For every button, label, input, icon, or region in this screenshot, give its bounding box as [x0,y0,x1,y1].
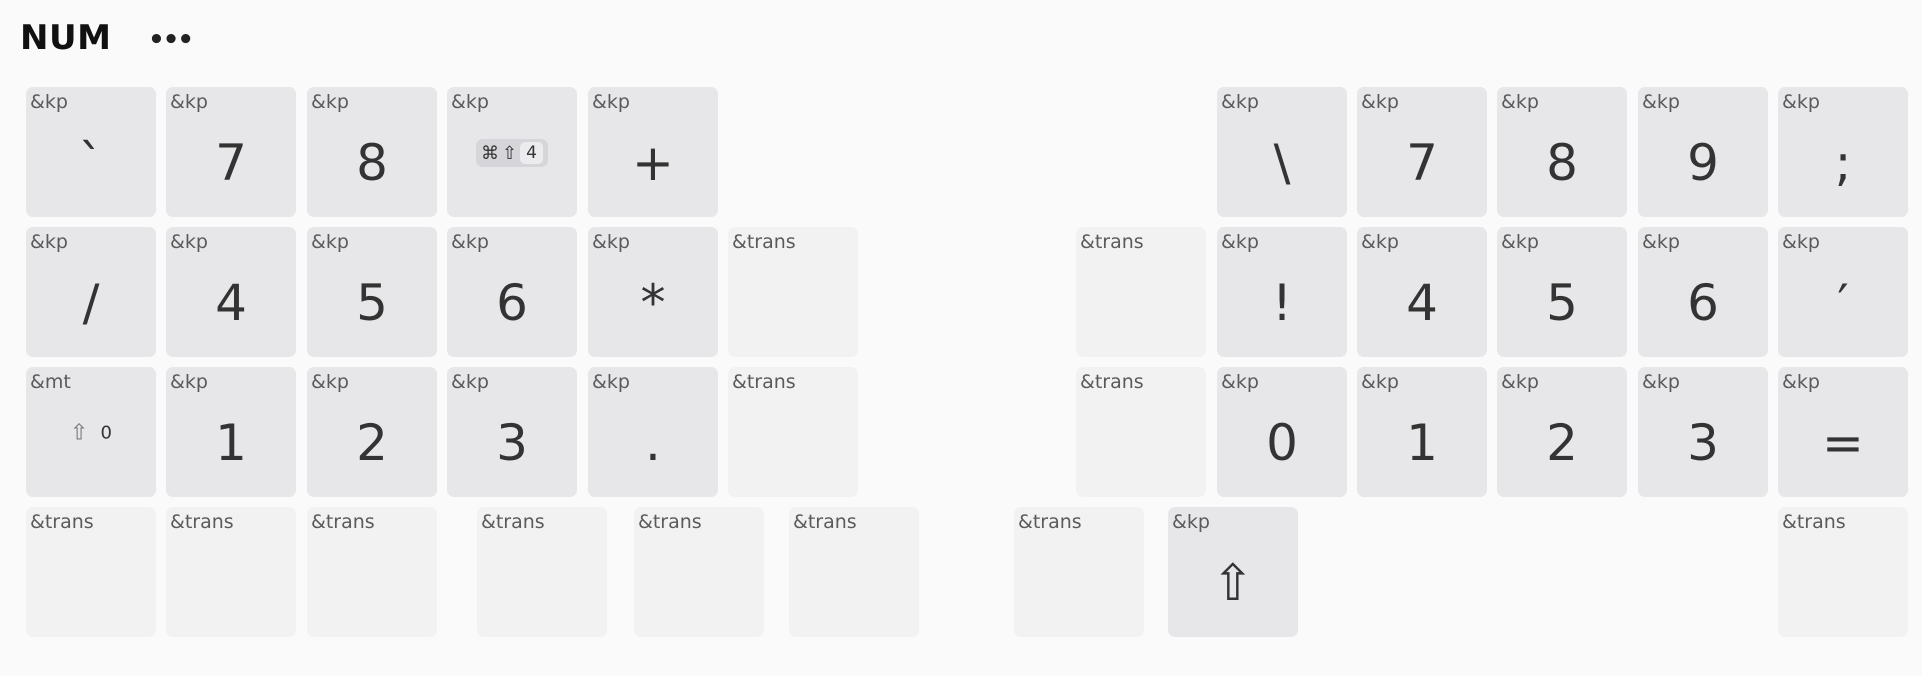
key-legend: 4 [1406,274,1438,332]
key-legend: 7 [215,134,247,192]
key-legend: ; [1834,134,1852,192]
key-7[interactable]: &kp 8 [1497,87,1627,217]
key-9[interactable]: &kp; [1778,87,1908,217]
tap-key-label: 0 [100,422,112,444]
key-12[interactable]: &kp 5 [307,227,437,357]
key-42[interactable]: &trans [1778,507,1908,637]
key-legend: 2 [356,414,388,472]
key-41[interactable]: &kp ⇧ [1168,507,1298,637]
command-icon: ⌘ [481,142,500,164]
key-behavior-label: &trans [170,511,234,533]
key-legend: 9 [1687,134,1719,192]
key-legend: 3 [496,414,528,472]
key-28[interactable]: &trans [1076,367,1206,497]
key-legend: 0 [1266,414,1298,472]
key-legend: 8 [356,134,388,192]
key-5[interactable]: &kp \ [1217,87,1347,217]
key-legend: 1 [215,414,247,472]
key-behavior-label: &trans [1782,511,1846,533]
key-behavior-label: &trans [1018,511,1082,533]
key-6[interactable]: &kp 7 [1357,87,1487,217]
key-26[interactable]: &kp. [588,367,718,497]
key-18[interactable]: &kp 4 [1357,227,1487,357]
key-legend: + [632,134,674,192]
key-35[interactable]: &trans [166,507,296,637]
key-11[interactable]: &kp 4 [166,227,296,357]
key-13[interactable]: &kp 6 [447,227,577,357]
key-legend: ! [1271,274,1293,332]
key-behavior-label: &trans [638,511,702,533]
key-38[interactable]: &trans [634,507,764,637]
key-legend: 5 [1546,274,1578,332]
key-legend: 5 [356,274,388,332]
key-32[interactable]: &kp 3 [1638,367,1768,497]
mod-tap-legend: ⇧ 0 [26,421,156,446]
key-39[interactable]: &trans [789,507,919,637]
key-behavior-label: &trans [1080,371,1144,393]
key-behavior-label: &trans [481,511,545,533]
ellipsis-icon: ••• [148,25,194,55]
keymap-layer-view: NUM ••• &kp ` &kp 7 &kp 8 &kp ⌘ ⇧ 4 &kp + &kp \ &kp 7 &k… [0,0,1922,676]
shift-icon: ⇧ [502,142,518,164]
key-4[interactable]: &kp + [588,87,718,217]
key-behavior-label: &trans [793,511,857,533]
key-37[interactable]: &trans [477,507,607,637]
key-22[interactable]: &mt ⇧ 0 [26,367,156,497]
key-20[interactable]: &kp 6 [1638,227,1768,357]
key-legend: = [1822,414,1864,472]
key-27[interactable]: &trans [728,367,858,497]
key-16[interactable]: &trans [1076,227,1206,357]
key-25[interactable]: &kp 3 [447,367,577,497]
key-legend: 7 [1406,134,1438,192]
layer-title: NUM [20,18,112,58]
key-29[interactable]: &kp 0 [1217,367,1347,497]
key-legend: ` [78,134,104,192]
key-behavior-label: &kp [451,91,489,113]
key-1[interactable]: &kp 7 [166,87,296,217]
key-behavior-label: &trans [311,511,375,533]
key-legend: ⇧ [1212,554,1254,612]
key-10[interactable]: &kp / [26,227,156,357]
key-legend: / [82,274,100,332]
shift-icon: ⇧ [70,420,89,446]
key-3[interactable]: &kp ⌘ ⇧ 4 [447,87,577,217]
key-legend: . [645,414,661,472]
key-23[interactable]: &kp 1 [166,367,296,497]
key-31[interactable]: &kp 2 [1497,367,1627,497]
key-behavior-label: &trans [732,231,796,253]
key-24[interactable]: &kp 2 [307,367,437,497]
key-0[interactable]: &kp ` [26,87,156,217]
key-legend: 6 [496,274,528,332]
key-behavior-label: &mt [30,371,71,393]
key-2[interactable]: &kp 8 [307,87,437,217]
key-15[interactable]: &trans [728,227,858,357]
key-legend: 4 [215,274,247,332]
key-legend: 6 [1687,274,1719,332]
more-options-button[interactable]: ••• [148,22,194,58]
key-40[interactable]: &trans [1014,507,1144,637]
key-19[interactable]: &kp 5 [1497,227,1627,357]
key-30[interactable]: &kp 1 [1357,367,1487,497]
key-behavior-label: &trans [1080,231,1144,253]
key-legend: ′ [1837,274,1849,332]
key-17[interactable]: &kp! [1217,227,1347,357]
combo-key-label: 4 [520,142,543,164]
key-legend: 2 [1546,414,1578,472]
key-behavior-label: &trans [30,511,94,533]
key-8[interactable]: &kp 9 [1638,87,1768,217]
key-legend: \ [1273,134,1291,192]
key-legend: * [640,274,666,332]
key-legend: 1 [1406,414,1438,472]
key-14[interactable]: &kp * [588,227,718,357]
key-combo-legend: ⌘ ⇧ 4 [476,139,548,167]
key-36[interactable]: &trans [307,507,437,637]
key-34[interactable]: &trans [26,507,156,637]
key-33[interactable]: &kp = [1778,367,1908,497]
key-legend: 3 [1687,414,1719,472]
key-behavior-label: &trans [732,371,796,393]
key-legend: 8 [1546,134,1578,192]
key-21[interactable]: &kp ′ [1778,227,1908,357]
